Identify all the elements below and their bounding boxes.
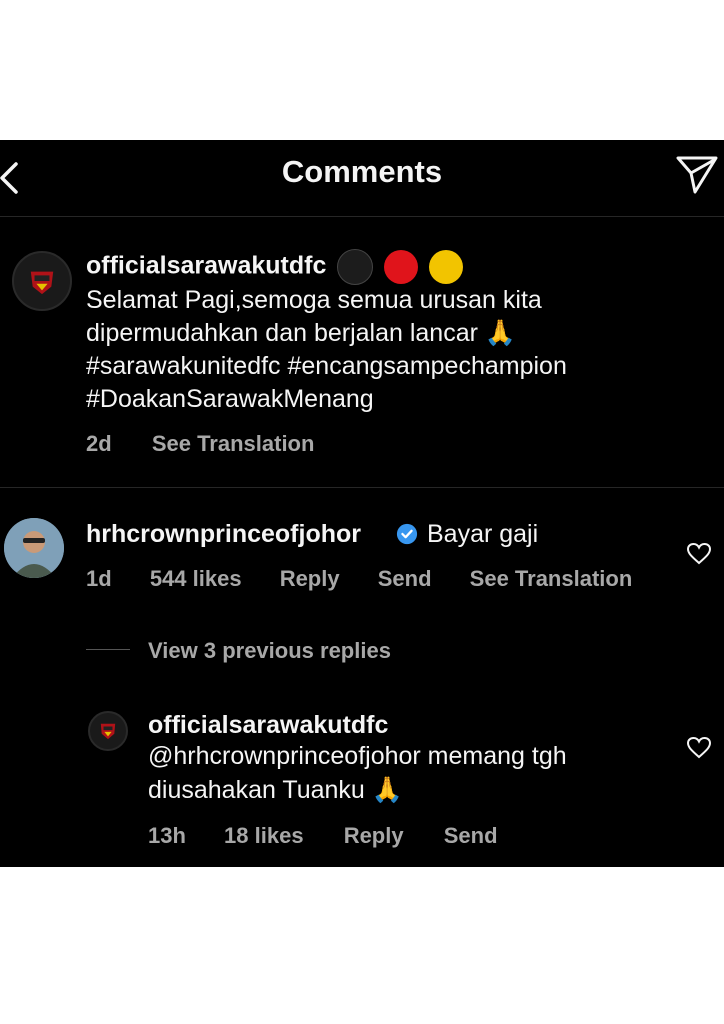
see-translation-button[interactable]: See Translation [470,566,633,592]
comment-time: 1d [86,566,112,591]
caption-time: 2d [86,431,112,456]
comment-text: Bayar gaji [427,520,539,548]
direct-send-icon[interactable] [674,153,720,195]
yellow-circle-emoji [429,250,464,284]
reply-line-2: diusahakan Tuanku 🙏 [148,776,403,804]
black-circle-emoji [337,249,374,285]
page-title: Comments [281,154,443,189]
send-button[interactable]: Send [378,566,432,592]
like-heart-icon[interactable] [686,542,712,566]
reply-time: 13h [148,823,186,848]
reply-button[interactable]: Reply [280,566,340,592]
reply-username[interactable]: officialsarawakutdfc [148,711,388,740]
view-previous-replies-button[interactable]: View 3 previous replies [148,638,391,664]
club-crest-icon [100,723,116,740]
reply-button[interactable]: Reply [344,823,404,849]
caption-meta: 2d See Translation [86,431,348,457]
send-button[interactable]: Send [444,823,498,849]
reply-line-1: @hrhcrownprinceofjohor memang tgh [148,742,567,770]
see-translation-button[interactable]: See Translation [152,431,315,457]
comment-likes[interactable]: 544 likes [150,566,242,592]
red-circle-emoji [384,250,419,284]
person-photo-icon [4,518,64,578]
post-caption: officialsarawakutdfc Selamat Pagi,semoga… [0,217,724,488]
replies-divider [86,649,130,650]
like-heart-icon[interactable] [686,736,712,760]
club-avatar[interactable] [12,251,72,311]
comment-username[interactable]: hrhcrownprinceofjohor [86,520,361,549]
reply-meta: 13h 18 likes Reply Send [148,823,532,849]
caption-line-2: dipermudahkan dan berjalan lancar 🙏 [86,319,517,347]
reply-likes[interactable]: 18 likes [224,823,304,849]
club-crest-icon [30,271,54,295]
comment-meta: 1d 544 likes Reply Send See Translation [86,566,666,592]
header-bar: Comments [0,140,724,217]
hashtag-line[interactable]: #sarawakunitedfc #encangsampechampion [86,350,567,383]
verified-badge-icon [396,523,418,545]
club-avatar[interactable] [88,711,128,751]
user-avatar[interactable] [4,518,64,578]
caption-username[interactable]: officialsarawakutdfc [86,249,464,285]
hashtag-line-2[interactable]: #DoakanSarawakMenang [86,383,374,416]
caption-line-1: Selamat Pagi,semoga semua urusan kita [86,286,542,314]
comments-screen: Comments officialsarawakutdfc Selamat Pa… [0,140,724,867]
